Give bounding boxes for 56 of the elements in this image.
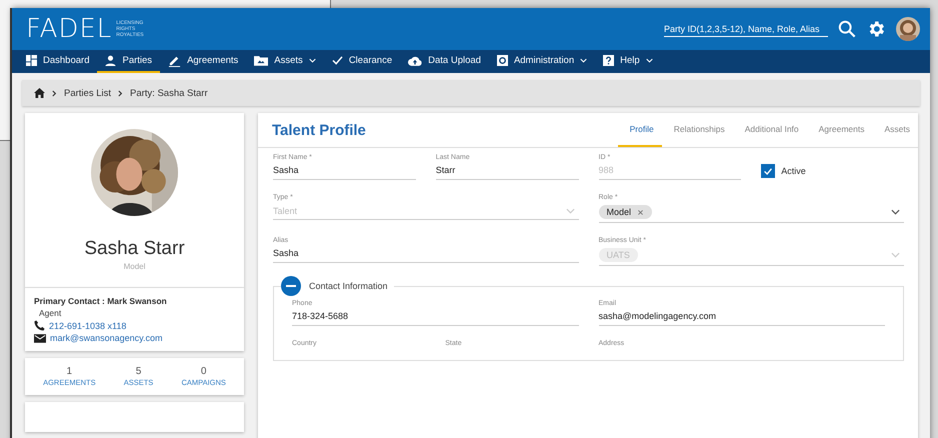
- logo-text: FADEL: [26, 14, 112, 44]
- checkbox[interactable]: [761, 164, 776, 178]
- section-title: Contact Information: [309, 281, 388, 291]
- breadcrumb-link[interactable]: Parties List: [64, 88, 111, 98]
- pencil-icon: [168, 54, 182, 67]
- dashboard-icon: [26, 55, 37, 66]
- stat-count: 5: [136, 366, 142, 377]
- chevron-down-icon: [566, 208, 574, 214]
- text-field[interactable]: sasha@modelingagency.com: [598, 309, 885, 326]
- person-icon: [105, 55, 116, 66]
- search-icon[interactable]: [838, 20, 856, 38]
- breadcrumb-link[interactable]: Party: Sasha Starr: [130, 88, 208, 98]
- stat-count: 1: [66, 366, 72, 377]
- tab[interactable]: Assets: [872, 113, 918, 147]
- phone-link[interactable]: 212-691-1038 x118: [49, 320, 126, 330]
- email-link[interactable]: mark@swansonagency.com: [50, 333, 163, 343]
- nav-tab[interactable]: Dashboard: [18, 50, 98, 73]
- nav-tab[interactable]: Administration: [488, 50, 596, 73]
- tab[interactable]: Relationships: [662, 113, 733, 147]
- nav-tab[interactable]: Assets: [246, 50, 324, 73]
- tab[interactable]: Agreements: [806, 113, 872, 147]
- collapse-button[interactable]: [281, 276, 301, 296]
- select-field[interactable]: Model: [598, 203, 904, 223]
- chevron-right-icon: [52, 90, 57, 96]
- chip: Model: [598, 205, 652, 219]
- chevron-down-icon: [891, 252, 900, 258]
- search-field[interactable]: Party ID(1,2,3,5-12), Name, Role, Alias: [664, 22, 828, 36]
- contact-role: Agent: [38, 308, 62, 318]
- help-icon: [603, 55, 614, 66]
- tab[interactable]: Additional Info: [732, 113, 807, 147]
- tab[interactable]: Profile: [618, 113, 662, 147]
- profile-name: Sasha Starr: [84, 238, 185, 260]
- checkbox-label: Active: [781, 166, 806, 176]
- home-icon[interactable]: [34, 88, 45, 98]
- text-field[interactable]: Sasha: [273, 246, 578, 263]
- cloud-upload-icon: [408, 56, 422, 66]
- primary-contact-name: Primary Contact : Mark Swanson: [34, 296, 168, 306]
- panel-title: Talent Profile: [272, 122, 366, 138]
- nav-tab[interactable]: Help: [595, 50, 661, 73]
- admin-icon: [496, 55, 508, 66]
- text-field[interactable]: 718-324-5688: [292, 309, 578, 326]
- text-field[interactable]: Sasha: [273, 163, 416, 180]
- nav-tab[interactable]: Data Upload: [400, 50, 489, 73]
- check-icon: [332, 56, 343, 65]
- text-field[interactable]: Starr: [436, 163, 578, 180]
- nav-tab[interactable]: Parties: [97, 50, 160, 73]
- stat-count: 0: [200, 366, 206, 377]
- chevron-right-icon: [118, 90, 123, 96]
- envelope-icon: [34, 334, 46, 342]
- nav-tab[interactable]: Clearance: [324, 50, 400, 73]
- chevron-down-icon: [891, 209, 900, 215]
- folder-image-icon: [254, 55, 268, 66]
- phone-icon: [34, 320, 45, 331]
- nav-tab[interactable]: Agreements: [160, 50, 246, 73]
- profile-role: Model: [124, 262, 146, 271]
- remove-icon[interactable]: [637, 208, 644, 216]
